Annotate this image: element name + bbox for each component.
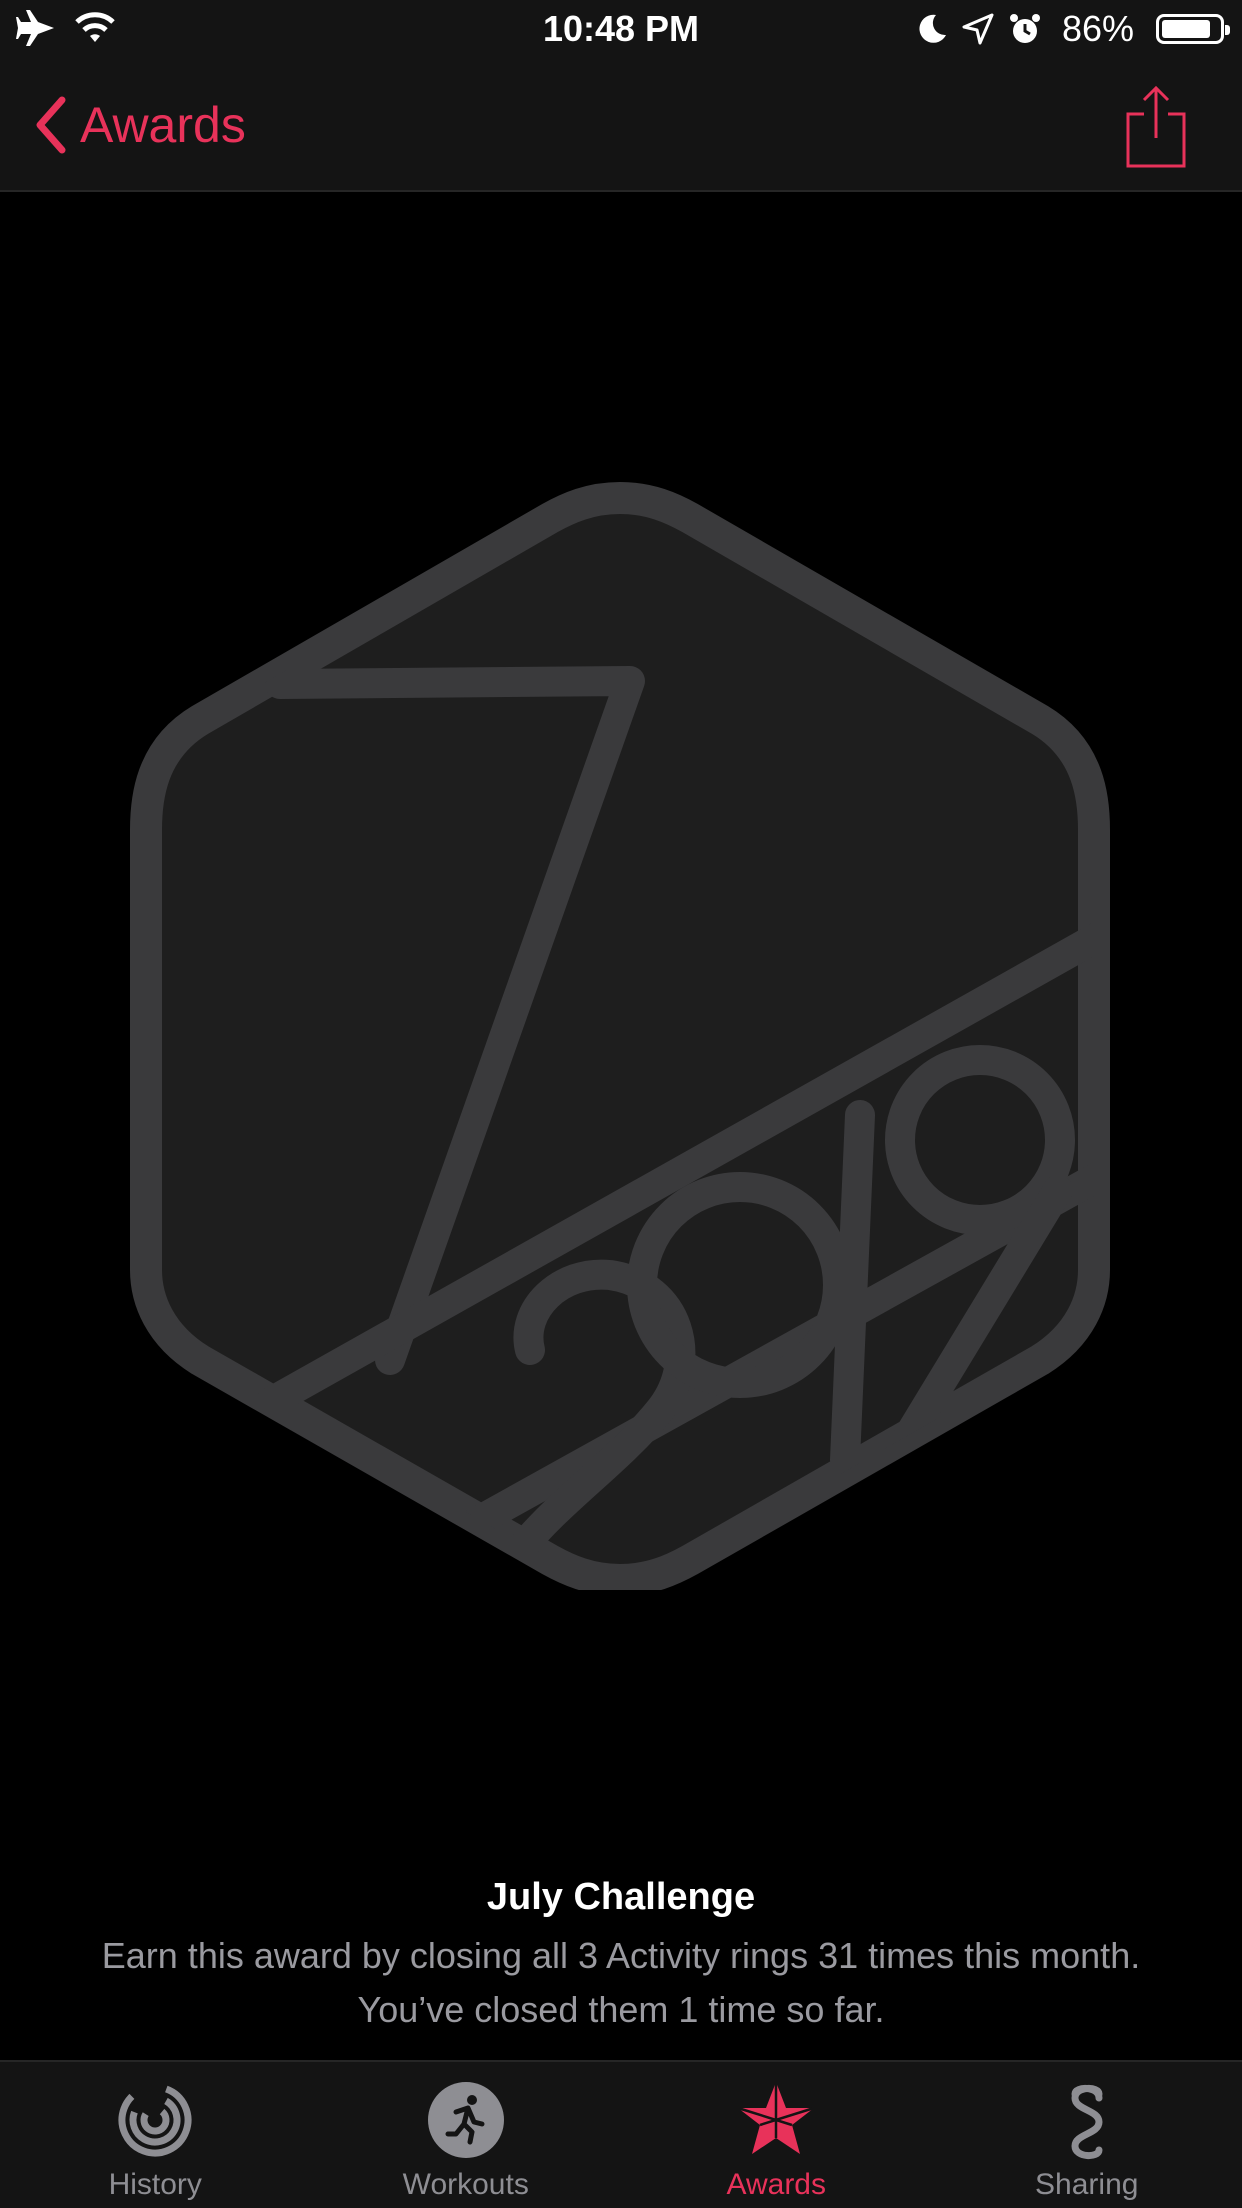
back-button[interactable]: Awards [34,96,246,154]
share-icon [1126,85,1186,168]
history-rings-icon [118,2083,192,2157]
battery-percent: 86% [1061,8,1134,49]
july-challenge-badge [130,482,1110,1590]
award-description: Earn this award by closing all 3 Activit… [101,1935,1141,2030]
battery-level [1162,20,1211,38]
battery-icon [1156,14,1230,44]
tab-history-label: History [108,2168,202,2201]
sharing-icon [1071,2085,1103,2159]
navigation-bar: Awards [0,60,1242,192]
tab-awards-label: Awards [726,2168,827,2201]
moon-icon [919,14,946,43]
tab-awards[interactable]: Awards [621,2062,932,2208]
alarm-icon [1009,14,1040,43]
award-caption: July Challenge Earn this award by closin… [60,1876,1182,2037]
badge-hexagon [130,482,1110,1590]
award-title: July Challenge [486,1876,756,1918]
share-button[interactable] [1124,84,1188,175]
tab-bar: History Workouts Awards Sharing [0,2060,1242,2208]
workouts-runner-icon [427,2082,504,2158]
tab-workouts-label: Workouts [402,2168,529,2201]
tab-sharing[interactable]: Sharing [932,2062,1242,2208]
tab-history[interactable]: History [0,2062,311,2208]
tab-workouts[interactable]: Workouts [311,2062,622,2208]
status-right-icons: 86% [916,8,1230,50]
badge-digit-1 [830,1100,875,1475]
location-icon [962,13,994,45]
status-bar: 10:48 PM 86% [0,0,1242,60]
chevron-left-icon [36,96,66,154]
back-button-label: Awards [80,97,246,153]
awards-star-icon [737,2082,815,2154]
tab-sharing-label: Sharing [1035,2168,1139,2201]
